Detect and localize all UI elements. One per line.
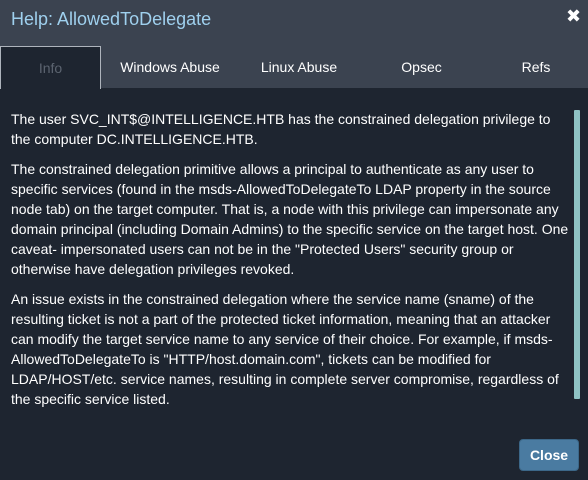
dialog-title: Help: AllowedToDelegate: [11, 9, 212, 29]
close-icon[interactable]: ✖: [566, 6, 581, 26]
content-scrollbar[interactable]: [574, 110, 580, 399]
tab-windows-abuse[interactable]: Windows Abuse: [101, 46, 239, 88]
help-paragraph: The constrained delegation primitive all…: [11, 161, 569, 277]
tab-info[interactable]: Info: [0, 46, 101, 89]
tab-refs[interactable]: Refs: [484, 46, 588, 88]
close-button[interactable]: Close: [519, 439, 579, 471]
tab-opsec[interactable]: Opsec: [359, 46, 484, 88]
tab-bar: Info Windows Abuse Linux Abuse Opsec Ref…: [0, 46, 588, 89]
help-content: The user SVC_INT$@INTELLIGENCE.HTB has t…: [11, 109, 569, 419]
help-paragraph: An issue exists in the constrained deleg…: [11, 291, 559, 407]
help-paragraph: The user SVC_INT$@INTELLIGENCE.HTB has t…: [11, 111, 551, 147]
dialog-header: Help: AllowedToDelegate ✖: [0, 0, 588, 46]
tab-linux-abuse[interactable]: Linux Abuse: [239, 46, 359, 88]
